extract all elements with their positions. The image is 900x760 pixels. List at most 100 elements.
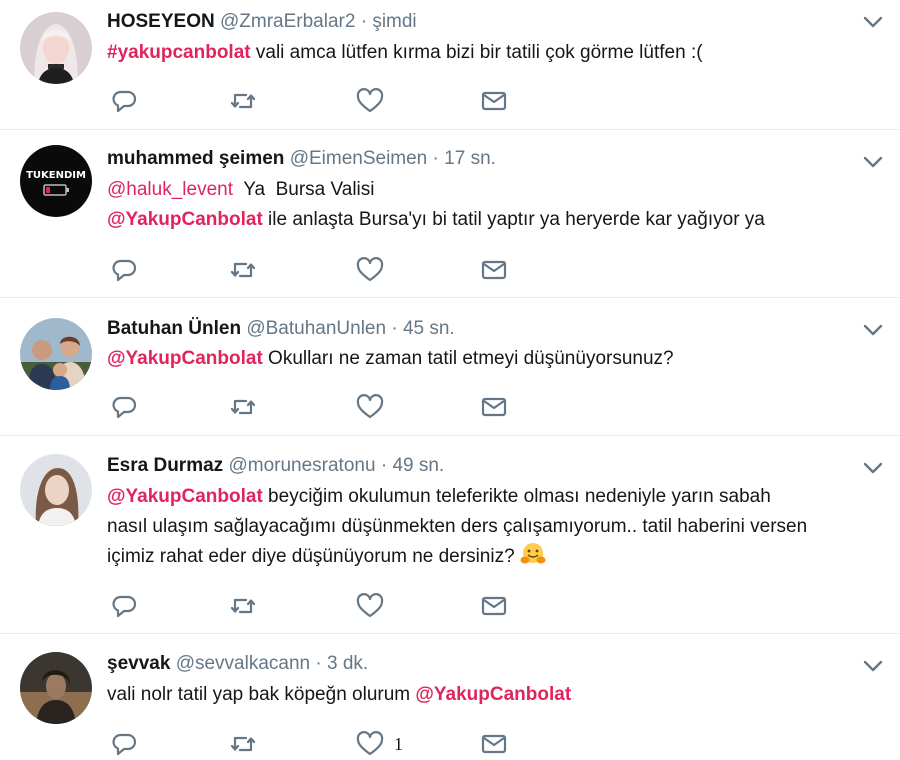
mention-link[interactable]: @YakupCanbolat [107,486,263,507]
retweet-button[interactable] [229,86,257,116]
avatar-text: TUKENDIM [26,170,86,181]
like-button[interactable] [356,255,384,285]
timestamp[interactable]: 49 sn. [392,455,444,476]
retweet-icon [230,93,256,109]
tweet-text-segment: nasıl ulaşım sağlayacağımı düşünmekten d… [107,516,808,537]
tweet[interactable]: HOSEYEON @ZmraErbalar2 · şimdi #yakupcan… [0,0,900,130]
hugging-face-emoji [520,543,546,564]
chevron-down-icon[interactable] [862,322,884,338]
like-icon [356,731,384,756]
chevron-down-icon[interactable] [862,658,884,674]
separator-dot: · [432,148,439,169]
tweet[interactable]: Esra Durmaz @morunesratonu · 49 sn. @Yak… [0,436,900,634]
user-handle[interactable]: @morunesratonu [228,455,375,476]
like-icon [356,257,384,282]
separator-dot: · [315,653,322,674]
user-handle[interactable]: @EimenSeimen [290,148,428,169]
timestamp[interactable]: 17 sn. [444,148,496,169]
chevron-down-icon[interactable] [862,154,884,170]
mention-link[interactable]: @YakupCanbolat [107,348,263,369]
tweet-text-segment: beyciğim okulumun teleferikte olması ned… [262,486,771,507]
retweet-button[interactable] [229,591,257,621]
mention-link[interactable]: @haluk_levent [107,179,233,200]
tweet-actions [107,86,527,116]
separator-dot: · [380,455,388,476]
chevron-down-icon[interactable] [862,14,884,30]
retweet-icon [230,399,256,415]
mention-link[interactable]: @YakupCanbolat [107,209,263,230]
retweet-icon [230,262,256,278]
reply-button[interactable] [111,392,137,422]
tweet-actions: 1 [107,729,527,759]
chevron-down-icon[interactable] [862,460,884,476]
reply-button[interactable] [111,86,137,116]
display-name[interactable]: Batuhan Ünlen [107,318,241,339]
user-handle[interactable]: @sevvalkacann [176,653,310,674]
reply-button[interactable] [111,255,137,285]
tweet-text: @YakupCanbolat beyciğim okulumun telefer… [107,482,892,572]
reply-icon [112,90,137,113]
dm-icon [481,260,507,280]
timestamp[interactable]: şimdi [372,11,416,32]
reply-icon [112,595,137,618]
tweet-header: Batuhan Ünlen @BatuhanUnlen · 45 sn. [107,317,455,341]
direct-message-button[interactable] [481,86,507,116]
user-handle[interactable]: @BatuhanUnlen [246,318,386,339]
tweet-text-segment: Okulları ne zaman tatil etmeyi düşünüyor… [262,348,674,369]
timestamp[interactable]: 45 sn. [403,318,455,339]
timestamp[interactable]: 3 dk. [327,653,368,674]
tweet-text: @YakupCanbolat Okulları ne zaman tatil e… [107,344,892,374]
tweet-actions [107,255,527,285]
reply-icon [112,259,137,282]
avatar[interactable] [20,12,92,84]
display-name[interactable]: şevvak [107,653,170,674]
avatar[interactable]: TUKENDIM [20,145,92,217]
tweet-text: vali nolr tatil yap bak köpeğn olurum @Y… [107,680,892,710]
like-button[interactable] [356,392,384,422]
reply-icon [112,396,137,419]
mention-link[interactable]: @YakupCanbolat [415,684,571,705]
tweet-text: @haluk_levent Ya Bursa Valisi @YakupCanb… [107,175,892,235]
direct-message-button[interactable] [481,591,507,621]
dm-icon [481,596,507,616]
tweet-text-segment: Ya Bursa Valisi [232,179,375,200]
tweet-header: muhammed şeimen @EimenSeimen · 17 sn. [107,147,496,171]
like-count: 1 [394,733,403,754]
tweet-actions [107,392,527,422]
tweet-header: Esra Durmaz @morunesratonu · 49 sn. [107,454,444,478]
avatar[interactable] [20,454,92,526]
reply-button[interactable] [111,729,137,759]
display-name[interactable]: Esra Durmaz [107,455,223,476]
avatar[interactable] [20,318,92,390]
like-icon [356,394,384,419]
dm-icon [481,734,507,754]
user-handle[interactable]: @ZmraErbalar2 [220,11,355,32]
separator-dot: · [391,318,398,339]
tweet[interactable]: Batuhan Ünlen @BatuhanUnlen · 45 sn. @Ya… [0,298,900,436]
tweet-header: HOSEYEON @ZmraErbalar2 · şimdi [107,10,417,34]
retweet-icon [230,736,256,752]
retweet-button[interactable] [229,255,257,285]
separator-dot: · [360,11,368,32]
retweet-icon [230,598,256,614]
tweet[interactable]: şevvak @sevvalkacann · 3 dk. vali nolr t… [0,634,900,760]
direct-message-button[interactable] [481,729,507,759]
display-name[interactable]: HOSEYEON [107,11,215,32]
dm-icon [481,91,507,111]
display-name[interactable]: muhammed şeimen [107,148,284,169]
tweet[interactable]: TUKENDIM muhammed şeimen @EimenSeimen · … [0,130,900,298]
direct-message-button[interactable] [481,392,507,422]
reply-button[interactable] [111,591,137,621]
direct-message-button[interactable] [481,255,507,285]
like-button[interactable] [356,591,384,621]
like-button[interactable] [356,86,384,116]
tweet-text-segment: vali amca lütfen kırma bizi bir tatili ç… [250,42,703,63]
hashtag-link[interactable]: #yakupcanbolat [107,42,251,63]
retweet-button[interactable] [229,729,257,759]
avatar[interactable] [20,652,92,724]
tweet-text-segment: vali nolr tatil yap bak köpeğn olurum [107,684,416,705]
dm-icon [481,397,507,417]
like-button[interactable]: 1 [356,729,403,759]
reply-icon [112,733,137,756]
retweet-button[interactable] [229,392,257,422]
